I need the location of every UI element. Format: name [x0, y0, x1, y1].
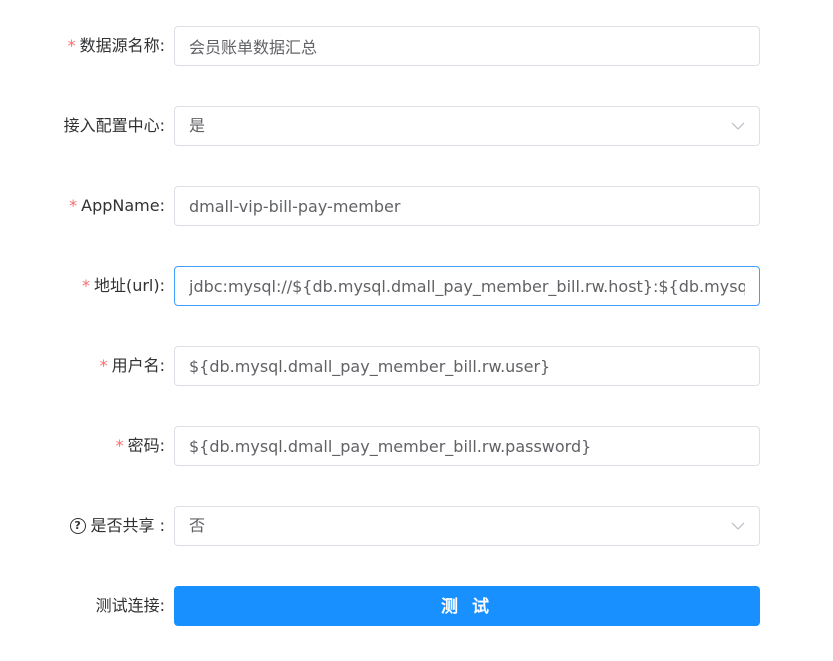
- password-field-wrapper: [174, 426, 760, 466]
- datasource-form: * 数据源名称: 接入配置中心: 是 * AppName: *: [0, 0, 833, 661]
- required-star: *: [67, 36, 76, 55]
- form-row-password: * 密码:: [0, 426, 833, 466]
- datasource-name-label: * 数据源名称:: [68, 26, 165, 66]
- config-center-select[interactable]: 是: [174, 106, 760, 146]
- test-connection-label: 测试连接:: [96, 586, 165, 626]
- question-circle-icon[interactable]: ?: [69, 518, 86, 534]
- required-star: *: [69, 196, 78, 215]
- required-star: *: [99, 356, 108, 375]
- shared-label: ? 是否共享 :: [69, 506, 165, 546]
- config-center-selected-value: 是: [189, 116, 206, 135]
- datasource-name-label-text: 数据源名称:: [79, 36, 165, 55]
- config-center-label-text: 接入配置中心:: [63, 116, 165, 135]
- app-name-input[interactable]: [175, 187, 759, 225]
- username-input[interactable]: [175, 347, 759, 385]
- password-input[interactable]: [175, 427, 759, 465]
- test-button[interactable]: 测 试: [174, 586, 760, 626]
- form-row-app-name: * AppName:: [0, 186, 833, 226]
- required-star: *: [115, 436, 124, 455]
- app-name-label: * AppName:: [69, 186, 165, 226]
- password-label: * 密码:: [116, 426, 165, 466]
- shared-select[interactable]: 否: [174, 506, 760, 546]
- shared-selected-value: 否: [189, 516, 206, 535]
- config-center-label: 接入配置中心:: [64, 106, 165, 146]
- password-label-text: 密码:: [127, 436, 165, 455]
- required-star: *: [81, 276, 90, 295]
- app-name-label-text: AppName:: [81, 196, 165, 215]
- form-row-url: * 地址(url):: [0, 266, 833, 306]
- datasource-name-input[interactable]: [175, 27, 759, 65]
- chevron-down-icon: [731, 122, 745, 130]
- test-connection-label-text: 测试连接:: [95, 596, 165, 615]
- url-label: * 地址(url):: [82, 266, 165, 306]
- username-label-text: 用户名:: [111, 356, 165, 375]
- chevron-down-icon: [731, 522, 745, 530]
- form-row-username: * 用户名:: [0, 346, 833, 386]
- shared-label-text: 是否共享 :: [90, 516, 165, 535]
- form-row-config-center: 接入配置中心: 是: [0, 106, 833, 146]
- form-row-test-connection: 测试连接: 测 试: [0, 586, 833, 626]
- form-row-datasource-name: * 数据源名称:: [0, 26, 833, 66]
- app-name-field-wrapper: [174, 186, 760, 226]
- datasource-name-field-wrapper: [174, 26, 760, 66]
- url-label-text: 地址(url):: [93, 276, 165, 295]
- url-input[interactable]: [175, 267, 759, 305]
- form-row-shared: ? 是否共享 : 否: [0, 506, 833, 546]
- url-field-wrapper: [174, 266, 760, 306]
- username-field-wrapper: [174, 346, 760, 386]
- username-label: * 用户名:: [100, 346, 165, 386]
